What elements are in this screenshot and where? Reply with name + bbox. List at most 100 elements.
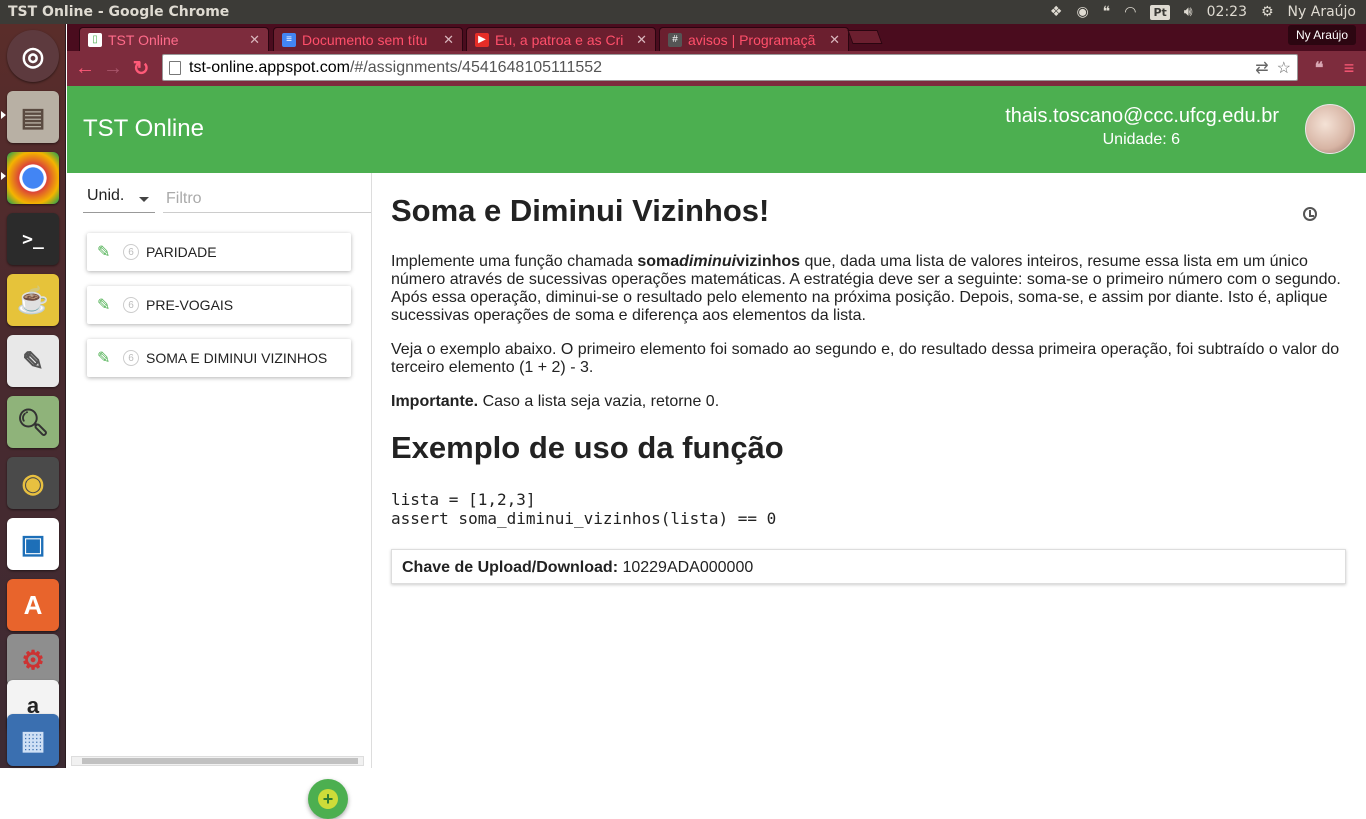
running-indicator — [1, 111, 6, 119]
extension-icon[interactable]: ❝ — [1305, 54, 1333, 82]
close-icon[interactable]: ✕ — [636, 32, 647, 48]
assignment-item-label: PARIDADE — [146, 244, 217, 260]
pencil-icon: ✎ — [97, 350, 111, 367]
files-icon[interactable]: ▤ — [7, 91, 59, 143]
function-name: somadiminuivizinhos — [637, 253, 800, 270]
chevron-down-icon — [139, 197, 149, 202]
clock[interactable]: 02:23 — [1207, 4, 1247, 20]
user-email: thais.toscano@ccc.ufcg.edu.br — [1005, 105, 1279, 127]
assignment-item-pre-vogais[interactable]: ✎ 6 PRE-VOGAIS — [87, 286, 351, 324]
unit-badge: 6 — [123, 350, 139, 366]
upload-key-box: Chave de Upload/Download: 10229ADA000000 — [391, 549, 1346, 584]
profile-button[interactable]: Ny Araújo — [1287, 25, 1356, 45]
new-tab-button[interactable] — [847, 30, 883, 44]
window-title: TST Online - Google Chrome — [8, 4, 230, 20]
unity-launcher: ◎ ▤ >_ ☕ ✎ 🔍︎ ◉ ▣ A ⚙ a ▦ — [0, 24, 66, 768]
system-settings-icon[interactable]: ⚙ — [7, 634, 59, 686]
workspaces-icon[interactable]: ▦ — [7, 714, 59, 766]
music-player-icon[interactable]: ◉ — [7, 457, 59, 509]
history-clock-icon[interactable] — [1303, 207, 1317, 221]
close-icon[interactable]: ✕ — [443, 32, 454, 48]
tst-online-app: TST Online thais.toscano@ccc.ufcg.edu.br… — [67, 86, 1366, 819]
text-editor-icon[interactable]: ✎ — [7, 335, 59, 387]
volume-icon[interactable]: 🔊︎ — [1184, 4, 1193, 20]
app-title[interactable]: TST Online — [83, 115, 204, 143]
image-viewer-icon[interactable]: 🔍︎ — [7, 396, 59, 448]
unit-badge: 6 — [123, 244, 139, 260]
page-icon — [169, 60, 181, 75]
tab-label: avisos | Programaçã — [688, 31, 816, 48]
unit-select[interactable]: Unid. — [83, 187, 155, 213]
translate-icon[interactable]: ⇄ — [1255, 58, 1268, 78]
avatar[interactable] — [1305, 104, 1355, 154]
app-header: TST Online thais.toscano@ccc.ufcg.edu.br… — [67, 86, 1366, 173]
assignment-title: Soma e Diminui Vizinhos! — [391, 193, 770, 228]
example-heading: Exemplo de uso da função — [391, 430, 784, 465]
browser-toolbar: ← → ↻ tst-online.appspot.com /#/assignme… — [67, 51, 1366, 86]
tab-label: TST Online — [108, 31, 179, 48]
tab-youtube[interactable]: ▶ Eu, a patroa e as Cri ✕ — [466, 27, 656, 51]
settings-gear-icon[interactable]: ⚙ — [1261, 4, 1274, 20]
function-name-part: vizinhos — [736, 253, 801, 270]
reload-icon[interactable]: ↻ — [127, 55, 155, 83]
terminal-icon[interactable]: >_ — [7, 213, 59, 265]
address-bar[interactable]: tst-online.appspot.com /#/assignments/45… — [162, 54, 1298, 81]
ubuntu-dash-icon[interactable]: ◎ — [7, 30, 59, 82]
youtube-icon: ▶ — [475, 32, 489, 47]
important-note: Importante. Caso a lista seja vazia, ret… — [391, 393, 1346, 411]
tab-tst-online[interactable]: ▯ TST Online ✕ — [79, 27, 269, 51]
bookmark-star-icon[interactable]: ☆ — [1277, 58, 1291, 78]
docs-icon: ≡ — [282, 32, 296, 47]
system-top-panel: TST Online - Google Chrome ❖ ◉ ❝ ◠ Pt 🔊︎… — [0, 0, 1366, 24]
assignment-item-paridade[interactable]: ✎ 6 PARIDADE — [87, 233, 351, 271]
dropbox-icon[interactable]: ❖ — [1050, 4, 1063, 20]
chrome-launcher-icon[interactable] — [7, 152, 59, 204]
session-user-name[interactable]: Ny Araújo — [1288, 4, 1356, 20]
wifi-icon[interactable]: ◠ — [1124, 4, 1136, 20]
code-example: lista = [1,2,3] assert soma_diminui_vizin… — [391, 490, 776, 528]
running-indicator — [1, 172, 6, 180]
tea-icon[interactable]: ☕ — [7, 274, 59, 326]
key-label: Chave de Upload/Download: — [402, 559, 619, 576]
unit-select-value: Unid. — [87, 187, 125, 204]
url-host: tst-online.appspot.com — [189, 58, 350, 76]
chrome-icon[interactable]: ◉ — [1076, 4, 1088, 20]
code-line: lista = [1,2,3] — [391, 490, 536, 509]
tab-strip: ▯ TST Online ✕ ≡ Documento sem títu ✕ ▶ … — [67, 24, 1366, 51]
code-line: assert soma_diminui_vizinhos(lista) == 0 — [391, 509, 777, 528]
impress-icon[interactable]: ▣ — [7, 518, 59, 570]
url-path: /#/assignments/4541648105111552 — [349, 58, 603, 76]
pencil-icon: ✎ — [97, 297, 111, 314]
function-name-part: diminui — [679, 253, 737, 270]
tab-label: Documento sem títu — [302, 31, 428, 48]
unit-badge: 6 — [123, 297, 139, 313]
page-icon: ▯ — [88, 32, 102, 47]
forward-arrow-icon[interactable]: → — [99, 55, 127, 83]
close-icon[interactable]: ✕ — [829, 32, 840, 48]
example-explanation: Veja o exemplo abaixo. O primeiro elemen… — [391, 341, 1340, 376]
assignment-item-soma-diminui[interactable]: ✎ 6 SOMA E DIMINUI VIZINHOS — [87, 339, 351, 377]
keyboard-layout-indicator[interactable]: Pt — [1150, 4, 1170, 20]
key-value[interactable]: 10229ADA000000 — [618, 559, 753, 576]
important-label: Importante. — [391, 393, 479, 410]
assignment-item-label: SOMA E DIMINUI VIZINHOS — [146, 350, 328, 366]
filter-input[interactable] — [163, 185, 371, 213]
assignments-sidebar: Unid. ✎ 6 PARIDADE ✎ 6 PRE-VOGAIS ✎ 6 SO… — [67, 173, 372, 819]
add-button[interactable]: + — [308, 779, 348, 819]
function-name-part: soma — [637, 253, 680, 270]
scrollbar-thumb[interactable] — [82, 758, 358, 764]
plus-icon: + — [318, 789, 338, 809]
assignment-description: Implemente uma função chamada somadiminu… — [391, 253, 1346, 325]
description-text: Implemente uma função chamada — [391, 253, 638, 270]
browser-window: ▯ TST Online ✕ ≡ Documento sem títu ✕ ▶ … — [67, 24, 1366, 86]
menu-icon[interactable]: ≡ — [1335, 54, 1363, 82]
horizontal-scrollbar[interactable] — [71, 756, 364, 766]
software-center-icon[interactable]: A — [7, 579, 59, 631]
chat-icon[interactable]: ❝ — [1103, 4, 1111, 20]
tab-avisos[interactable]: # avisos | Programaçã ✕ — [659, 27, 849, 51]
slack-hash-icon: # — [668, 32, 682, 47]
pencil-icon: ✎ — [97, 244, 111, 261]
close-icon[interactable]: ✕ — [249, 32, 260, 48]
tab-documento[interactable]: ≡ Documento sem títu ✕ — [273, 27, 463, 51]
back-arrow-icon[interactable]: ← — [71, 55, 99, 83]
